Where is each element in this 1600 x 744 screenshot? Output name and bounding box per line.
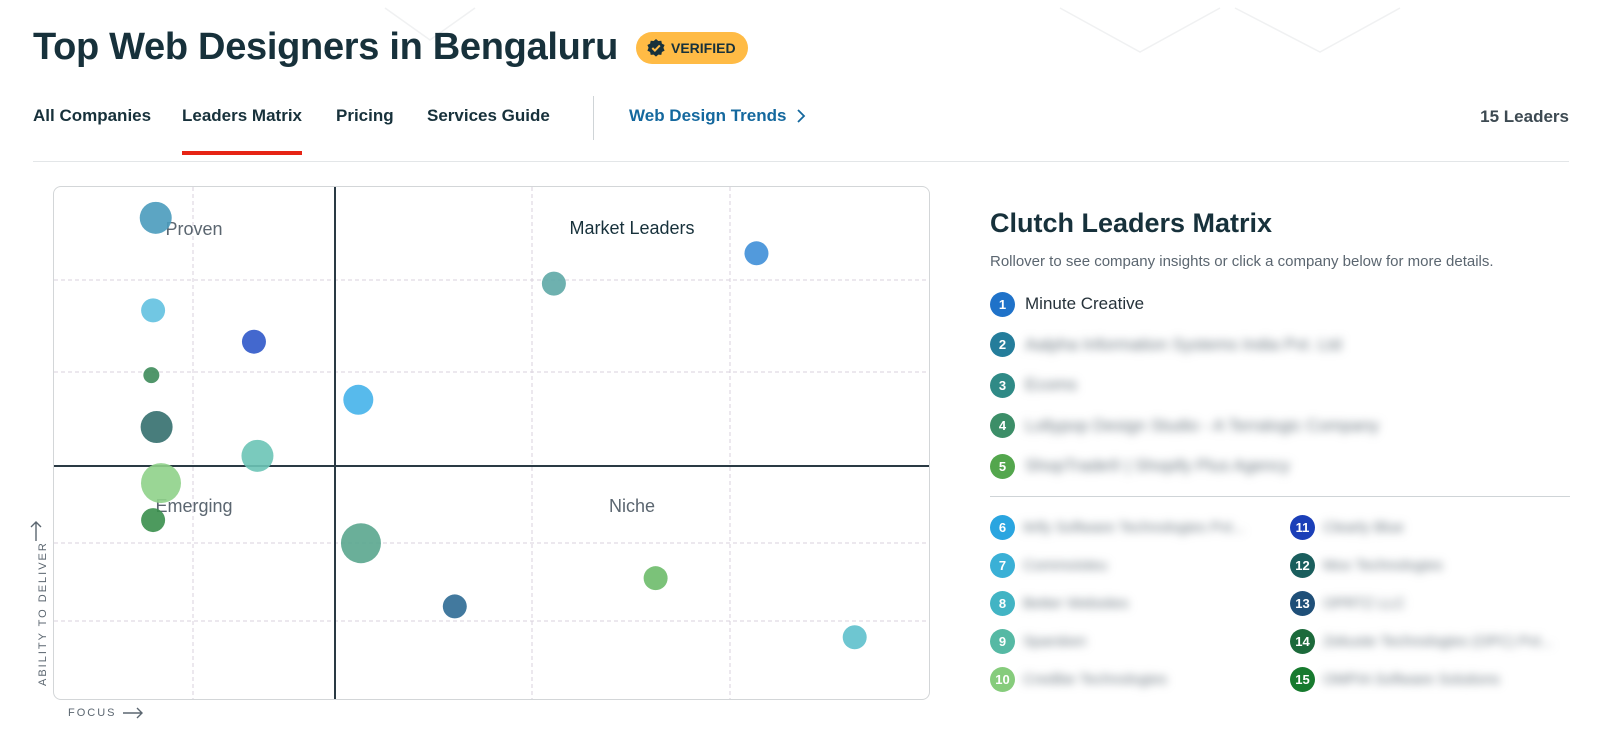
company-name: Lollypop Design Studio - A Terralogic Co… <box>1025 415 1380 435</box>
chevron-right-icon <box>797 109 806 123</box>
rank-badge: 14 <box>1290 629 1315 654</box>
rank-badge: 11 <box>1290 515 1315 540</box>
tabs-nav: All Companies Leaders Matrix Pricing Ser… <box>33 96 1569 162</box>
quadrant-label-proven: Proven <box>165 219 222 239</box>
company-item-1[interactable]: 1 Minute Creative <box>990 284 1570 325</box>
matrix-point-12[interactable] <box>340 523 381 564</box>
page-header: Top Web Designers in Bengaluru VERIFIED <box>33 26 748 69</box>
matrix-point-14[interactable] <box>442 594 467 619</box>
rank-badge: 8 <box>990 591 1015 616</box>
company-name: Zekuste Technologies (OPC) Pvt... <box>1323 633 1553 650</box>
matrix-point-5[interactable] <box>241 329 266 354</box>
matrix-point-2[interactable] <box>744 241 769 266</box>
leaders-matrix-chart: Proven Market Leaders Emerging Niche <box>53 186 930 700</box>
page-title: Top Web Designers in Bengaluru <box>33 26 618 68</box>
company-name: Commoisteu <box>1023 557 1108 574</box>
company-item-14[interactable]: 14 Zekuste Technologies (OPC) Pvt... <box>1290 623 1570 661</box>
tab-pricing[interactable]: Pricing <box>336 106 394 126</box>
matrix-point-3[interactable] <box>541 271 566 296</box>
tab-all-companies[interactable]: All Companies <box>33 106 151 126</box>
arrow-right-icon <box>123 707 143 719</box>
tab-leaders-matrix[interactable]: Leaders Matrix <box>182 106 302 155</box>
company-name: ShopTrade® | Shopify Plus Agency <box>1025 456 1290 476</box>
other-leaders-list: 6 Itrify Software Technologies Pvt... 7 Com… <box>990 509 1570 699</box>
rank-badge: 3 <box>990 372 1015 398</box>
company-name: Mox Technologies <box>1323 557 1443 574</box>
company-name: Minute Creative <box>1025 294 1145 314</box>
quadrant-label-niche: Niche <box>609 496 655 516</box>
matrix-point-7[interactable] <box>343 384 374 415</box>
company-name: OPRTZ LLC <box>1323 595 1406 612</box>
company-item-15[interactable]: 15 OMPIA Software Solutions <box>1290 661 1570 699</box>
company-item-6[interactable]: 6 Itrify Software Technologies Pvt... <box>990 509 1290 547</box>
company-name: Credibe Technologies <box>1023 671 1167 688</box>
matrix-point-1[interactable] <box>139 201 172 234</box>
y-axis-label: ABILITY TO DELIVER <box>37 541 49 686</box>
top-leaders-list: 1 Minute Creative 2 Aalpha Information Syst… <box>990 284 1570 487</box>
company-item-3[interactable]: 3 Ecoms <box>990 365 1570 406</box>
quadrant-label-market-leaders: Market Leaders <box>569 218 694 238</box>
matrix-point-6[interactable] <box>143 367 160 384</box>
tab-divider <box>593 96 594 140</box>
company-name: Itrify Software Technologies Pvt... <box>1023 519 1245 536</box>
rank-badge: 9 <box>990 629 1015 654</box>
verified-check-icon <box>647 38 665 57</box>
matrix-point-4[interactable] <box>141 298 166 323</box>
leaders-count: 15 Leaders <box>1480 107 1569 126</box>
company-item-13[interactable]: 13 OPRTZ LLC <box>1290 585 1570 623</box>
company-item-8[interactable]: 8 Better Websites <box>990 585 1290 623</box>
matrix-point-13[interactable] <box>643 566 668 591</box>
rank-badge: 6 <box>990 515 1015 540</box>
arrow-up-icon <box>30 521 42 541</box>
web-design-trends-link[interactable]: Web Design Trends <box>629 106 806 126</box>
rank-badge: 2 <box>990 332 1015 358</box>
company-item-10[interactable]: 10 Credibe Technologies <box>990 661 1290 699</box>
company-item-12[interactable]: 12 Mox Technologies <box>1290 547 1570 585</box>
matrix-point-10[interactable] <box>140 463 181 504</box>
rank-badge: 13 <box>1290 591 1315 616</box>
rank-badge: 12 <box>1290 553 1315 578</box>
company-name: Clearly Blue <box>1323 519 1404 536</box>
panel-title: Clutch Leaders Matrix <box>990 208 1273 238</box>
company-name: Aalpha Information Systems India Pvt. Lt… <box>1025 334 1342 354</box>
company-name: Better Websites <box>1023 595 1129 612</box>
company-item-2[interactable]: 2 Aalpha Information Systems India Pvt. L… <box>990 325 1570 366</box>
matrix-point-15[interactable] <box>842 625 867 650</box>
company-name: Sparsken <box>1023 633 1087 650</box>
matrix-point-8[interactable] <box>140 411 173 444</box>
rank-badge: 15 <box>1290 667 1315 692</box>
rank-badge: 10 <box>990 667 1015 692</box>
company-item-11[interactable]: 11 Clearly Blue <box>1290 509 1570 547</box>
rank-badge: 1 <box>990 291 1015 317</box>
rank-badge: 5 <box>990 453 1015 479</box>
tab-services-guide[interactable]: Services Guide <box>427 106 550 126</box>
company-item-5[interactable]: 5 ShopTrade® | Shopify Plus Agency <box>990 446 1570 487</box>
company-item-7[interactable]: 7 Commoisteu <box>990 547 1290 585</box>
web-design-trends-label: Web Design Trends <box>629 106 787 125</box>
company-name: Ecoms <box>1025 375 1077 395</box>
matrix-plot: Proven Market LeadersEmerging Niche <box>54 187 929 699</box>
matrix-point-11[interactable] <box>141 508 166 533</box>
rank-badge: 4 <box>990 413 1015 439</box>
leaders-panel: Clutch Leaders Matrix Rollover to see co… <box>990 208 1570 699</box>
x-axis-label: FOCUS <box>68 707 117 719</box>
verified-badge-label: VERIFIED <box>671 39 736 56</box>
panel-subtitle: Rollover to see company insights or clic… <box>990 253 1494 270</box>
verified-badge[interactable]: VERIFIED <box>636 31 748 64</box>
company-item-9[interactable]: 9 Sparsken <box>990 623 1290 661</box>
list-divider <box>990 495 1570 497</box>
company-item-4[interactable]: 4 Lollypop Design Studio - A Terralogic C… <box>990 406 1570 447</box>
matrix-point-9[interactable] <box>241 439 274 472</box>
company-name: OMPIA Software Solutions <box>1323 671 1500 688</box>
rank-badge: 7 <box>990 553 1015 578</box>
